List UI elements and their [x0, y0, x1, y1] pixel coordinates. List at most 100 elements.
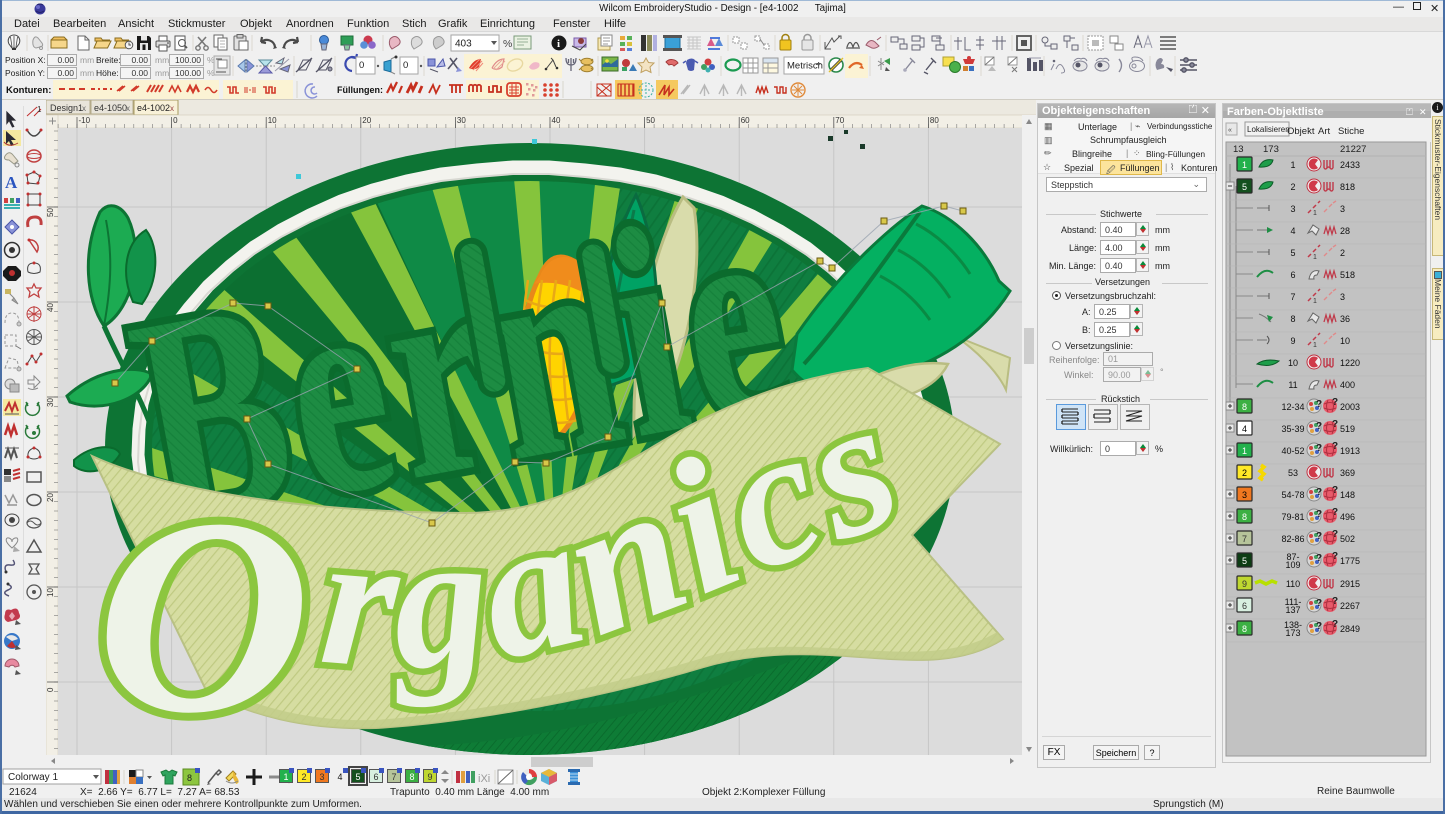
svg-text:?: ?	[1316, 553, 1322, 564]
svg-text:x: x	[82, 104, 86, 113]
svg-text:2003: 2003	[1340, 402, 1360, 412]
svg-text:518: 518	[1340, 270, 1355, 280]
svg-text:?: ?	[1332, 619, 1338, 630]
svg-text:3: 3	[1290, 204, 1295, 214]
svg-text:1913: 1913	[1340, 446, 1360, 456]
svg-text:?: ?	[1316, 399, 1322, 410]
svg-text:80: 80	[930, 116, 939, 125]
svg-text:137: 137	[1285, 605, 1300, 615]
svg-text:0: 0	[403, 60, 408, 71]
svg-text:0: 0	[359, 60, 364, 71]
svg-text:79-81: 79-81	[1281, 512, 1304, 522]
svg-text:10: 10	[1288, 358, 1298, 368]
svg-text:818: 818	[1340, 182, 1355, 192]
svg-text:20: 20	[46, 493, 55, 502]
svg-text:10: 10	[1340, 336, 1350, 346]
svg-text:36: 36	[1340, 314, 1350, 324]
svg-text:?: ?	[1332, 419, 1338, 430]
svg-text:1: 1	[1242, 160, 1247, 170]
svg-text:2915: 2915	[1340, 579, 1360, 589]
svg-text:1: 1	[1313, 298, 1317, 305]
svg-text:82-86: 82-86	[1281, 534, 1304, 544]
svg-text:Farben-Objektliste: Farben-Objektliste	[1227, 106, 1324, 118]
svg-text:?: ?	[1316, 443, 1322, 454]
svg-text:?: ?	[1316, 598, 1322, 609]
svg-text:8: 8	[1242, 624, 1247, 634]
svg-text:8: 8	[1290, 314, 1295, 324]
svg-text:3: 3	[1242, 490, 1247, 500]
svg-text:e4-1002: e4-1002	[137, 103, 170, 113]
svg-text:3: 3	[1340, 292, 1345, 302]
svg-text:1: 1	[1313, 210, 1317, 217]
svg-text:70: 70	[835, 116, 844, 125]
svg-text:60: 60	[741, 116, 750, 125]
svg-text:?: ?	[1332, 397, 1338, 408]
svg-text:?: ?	[1332, 441, 1338, 452]
svg-text:«: «	[1228, 127, 1232, 134]
svg-text:6: 6	[1242, 601, 1247, 611]
svg-text:7: 7	[1290, 292, 1295, 302]
svg-text:A: A	[5, 173, 18, 192]
svg-text:110: 110	[1286, 579, 1300, 589]
svg-text:?: ?	[1332, 529, 1338, 540]
svg-text:2: 2	[1242, 468, 1247, 478]
svg-text:%: %	[503, 38, 512, 50]
svg-text:Objekt: Objekt	[1287, 126, 1315, 137]
svg-text:1: 1	[1242, 446, 1247, 456]
svg-text:40-52: 40-52	[1281, 446, 1304, 456]
svg-text:173: 173	[1263, 144, 1279, 155]
svg-text:i: i	[557, 38, 560, 50]
svg-text:5: 5	[1242, 182, 1247, 192]
svg-text:2433: 2433	[1340, 160, 1360, 170]
svg-text:5: 5	[1290, 248, 1295, 258]
svg-text:30: 30	[46, 398, 55, 407]
svg-text:e4-1050: e4-1050	[94, 103, 127, 113]
svg-text:Design1: Design1	[50, 103, 83, 113]
svg-text:0: 0	[173, 116, 178, 125]
svg-text:-10: -10	[79, 116, 91, 125]
svg-text:?: ?	[1316, 509, 1322, 520]
svg-text:4: 4	[1290, 226, 1295, 236]
svg-text:O: O	[96, 462, 310, 768]
svg-text:9: 9	[1290, 336, 1295, 346]
svg-text:1: 1	[37, 105, 42, 114]
svg-text:369: 369	[1340, 468, 1355, 478]
svg-text:1775: 1775	[1340, 556, 1360, 566]
svg-text:iXi: iXi	[478, 773, 490, 785]
svg-text:✕: ✕	[1419, 107, 1427, 117]
svg-text:Art: Art	[1318, 126, 1331, 137]
svg-text:8: 8	[1242, 512, 1247, 522]
svg-text:x: x	[170, 104, 174, 113]
svg-text:?: ?	[1332, 485, 1338, 496]
svg-text:?: ?	[1316, 487, 1322, 498]
svg-text:2: 2	[1290, 182, 1295, 192]
svg-text:1: 1	[1313, 254, 1317, 261]
svg-text:28: 28	[1340, 226, 1350, 236]
svg-text:50: 50	[46, 208, 55, 217]
svg-text:?: ?	[1332, 596, 1338, 607]
svg-text:8: 8	[187, 773, 192, 783]
svg-text:109: 109	[1285, 560, 1300, 570]
svg-text:519: 519	[1340, 424, 1355, 434]
svg-text:50: 50	[646, 116, 655, 125]
svg-text:9: 9	[1242, 579, 1247, 589]
svg-text:7: 7	[1242, 534, 1247, 544]
svg-text:54-78: 54-78	[1281, 490, 1304, 500]
svg-text:3: 3	[1340, 204, 1345, 214]
svg-text:?: ?	[1316, 421, 1322, 432]
svg-text:403: 403	[455, 39, 472, 50]
svg-text:148: 148	[1340, 490, 1355, 500]
svg-text:173: 173	[1285, 628, 1300, 638]
svg-text:20: 20	[362, 116, 371, 125]
svg-text:40: 40	[552, 116, 561, 125]
svg-text:502: 502	[1340, 534, 1355, 544]
svg-text:10: 10	[46, 588, 55, 597]
svg-text:496: 496	[1340, 512, 1355, 522]
svg-text:?: ?	[1332, 551, 1338, 562]
svg-text:?: ?	[1316, 621, 1322, 632]
svg-text:Konturen:: Konturen:	[6, 85, 51, 96]
svg-text:⏍: ⏍	[1406, 107, 1413, 117]
svg-text:1220: 1220	[1340, 358, 1360, 368]
svg-text:11: 11	[1288, 380, 1297, 390]
svg-text:1: 1	[1313, 342, 1317, 349]
